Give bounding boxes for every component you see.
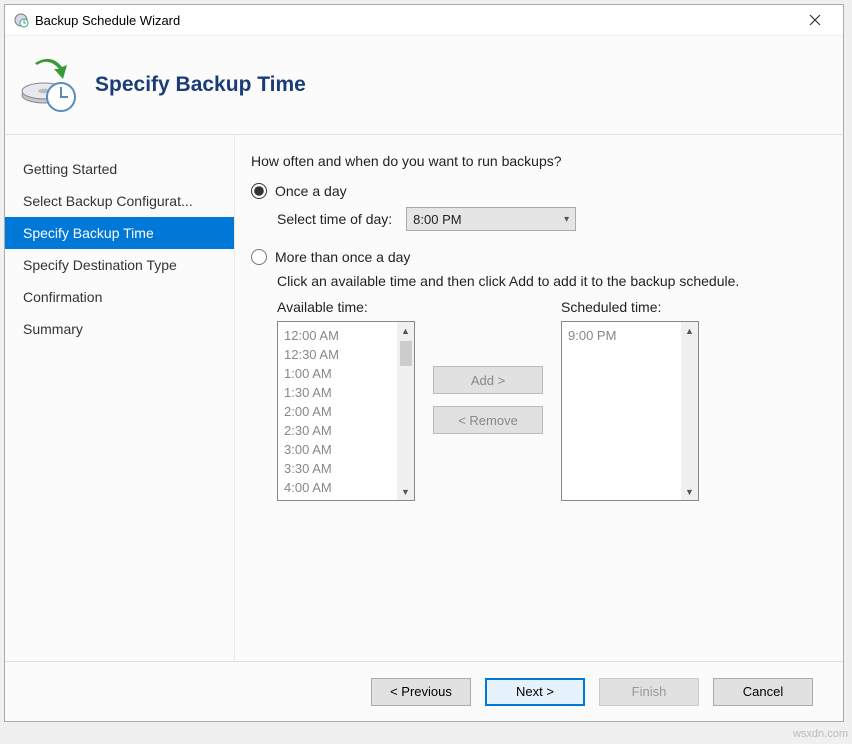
option-more-than-once[interactable]: More than once a day	[251, 249, 823, 265]
next-button[interactable]: Next >	[485, 678, 585, 706]
scheduled-items: 9:00 PM	[562, 322, 698, 349]
radio-label-once: Once a day	[275, 183, 347, 199]
select-time-row: Select time of day: 8:00 PM ▾	[277, 207, 823, 231]
list-item[interactable]: 12:30 AM	[284, 345, 408, 364]
time-columns: Available time: 12:00 AM 12:30 AM 1:00 A…	[277, 299, 823, 501]
add-button[interactable]: Add >	[433, 366, 543, 394]
content-pane: How often and when do you want to run ba…	[235, 135, 843, 661]
scheduled-col: Scheduled time: 9:00 PM ▲ ▼	[561, 299, 699, 501]
wizard-title-icon	[13, 12, 29, 28]
add-remove-buttons: Add > < Remove	[433, 299, 543, 501]
dropdown-value: 8:00 PM	[413, 212, 461, 227]
time-of-day-dropdown[interactable]: 8:00 PM ▾	[406, 207, 576, 231]
list-item[interactable]: 4:00 AM	[284, 478, 408, 497]
step-select-backup-config[interactable]: Select Backup Configurat...	[5, 185, 234, 217]
body-area: Getting Started Select Backup Configurat…	[5, 135, 843, 661]
radio-once-a-day[interactable]	[251, 183, 267, 199]
available-label: Available time:	[277, 299, 415, 315]
page-title: Specify Backup Time	[95, 73, 306, 97]
scroll-thumb[interactable]	[400, 341, 412, 366]
previous-button[interactable]: < Previous	[371, 678, 471, 706]
list-item[interactable]: 3:00 AM	[284, 440, 408, 459]
finish-button[interactable]: Finish	[599, 678, 699, 706]
instruction-text: Click an available time and then click A…	[277, 273, 823, 289]
list-item[interactable]: 1:00 AM	[284, 364, 408, 383]
available-time-listbox[interactable]: 12:00 AM 12:30 AM 1:00 AM 1:30 AM 2:00 A…	[277, 321, 415, 501]
close-button[interactable]	[795, 6, 835, 34]
wizard-window: Backup Schedule Wizard Specify Backup Ti…	[4, 4, 844, 722]
scrollbar[interactable]: ▲ ▼	[397, 322, 414, 500]
close-icon	[809, 14, 821, 26]
radio-label-more: More than once a day	[275, 249, 410, 265]
available-items: 12:00 AM 12:30 AM 1:00 AM 1:30 AM 2:00 A…	[278, 322, 414, 501]
step-getting-started[interactable]: Getting Started	[5, 153, 234, 185]
list-item[interactable]: 2:30 AM	[284, 421, 408, 440]
scrollbar[interactable]: ▲ ▼	[681, 322, 698, 500]
watermark: wsxdn.com	[793, 728, 848, 740]
list-item[interactable]: 2:00 AM	[284, 402, 408, 421]
window-title: Backup Schedule Wizard	[35, 13, 180, 28]
cancel-button[interactable]: Cancel	[713, 678, 813, 706]
scroll-up-icon[interactable]: ▲	[681, 322, 698, 339]
wizard-footer: < Previous Next > Finish Cancel	[5, 661, 843, 721]
prompt-text: How often and when do you want to run ba…	[251, 153, 823, 169]
titlebar: Backup Schedule Wizard	[5, 5, 843, 35]
select-time-label: Select time of day:	[277, 211, 392, 227]
scheduled-label: Scheduled time:	[561, 299, 699, 315]
list-item[interactable]: 3:30 AM	[284, 459, 408, 478]
scroll-down-icon[interactable]: ▼	[397, 483, 414, 500]
list-item[interactable]: 9:00 PM	[568, 326, 692, 345]
header-banner: Specify Backup Time	[5, 35, 843, 135]
chevron-down-icon: ▾	[564, 214, 569, 225]
option-once-a-day[interactable]: Once a day	[251, 183, 823, 199]
scroll-up-icon[interactable]: ▲	[397, 322, 414, 339]
backup-schedule-icon	[19, 55, 79, 115]
step-confirmation[interactable]: Confirmation	[5, 281, 234, 313]
wizard-steps-sidebar: Getting Started Select Backup Configurat…	[5, 135, 235, 661]
step-summary[interactable]: Summary	[5, 313, 234, 345]
step-specify-backup-time[interactable]: Specify Backup Time	[5, 217, 234, 249]
step-specify-destination-type[interactable]: Specify Destination Type	[5, 249, 234, 281]
scheduled-time-listbox[interactable]: 9:00 PM ▲ ▼	[561, 321, 699, 501]
remove-button[interactable]: < Remove	[433, 406, 543, 434]
available-col: Available time: 12:00 AM 12:30 AM 1:00 A…	[277, 299, 415, 501]
radio-more-than-once[interactable]	[251, 249, 267, 265]
list-item[interactable]: 1:30 AM	[284, 383, 408, 402]
list-item[interactable]: 12:00 AM	[284, 326, 408, 345]
scroll-down-icon[interactable]: ▼	[681, 483, 698, 500]
